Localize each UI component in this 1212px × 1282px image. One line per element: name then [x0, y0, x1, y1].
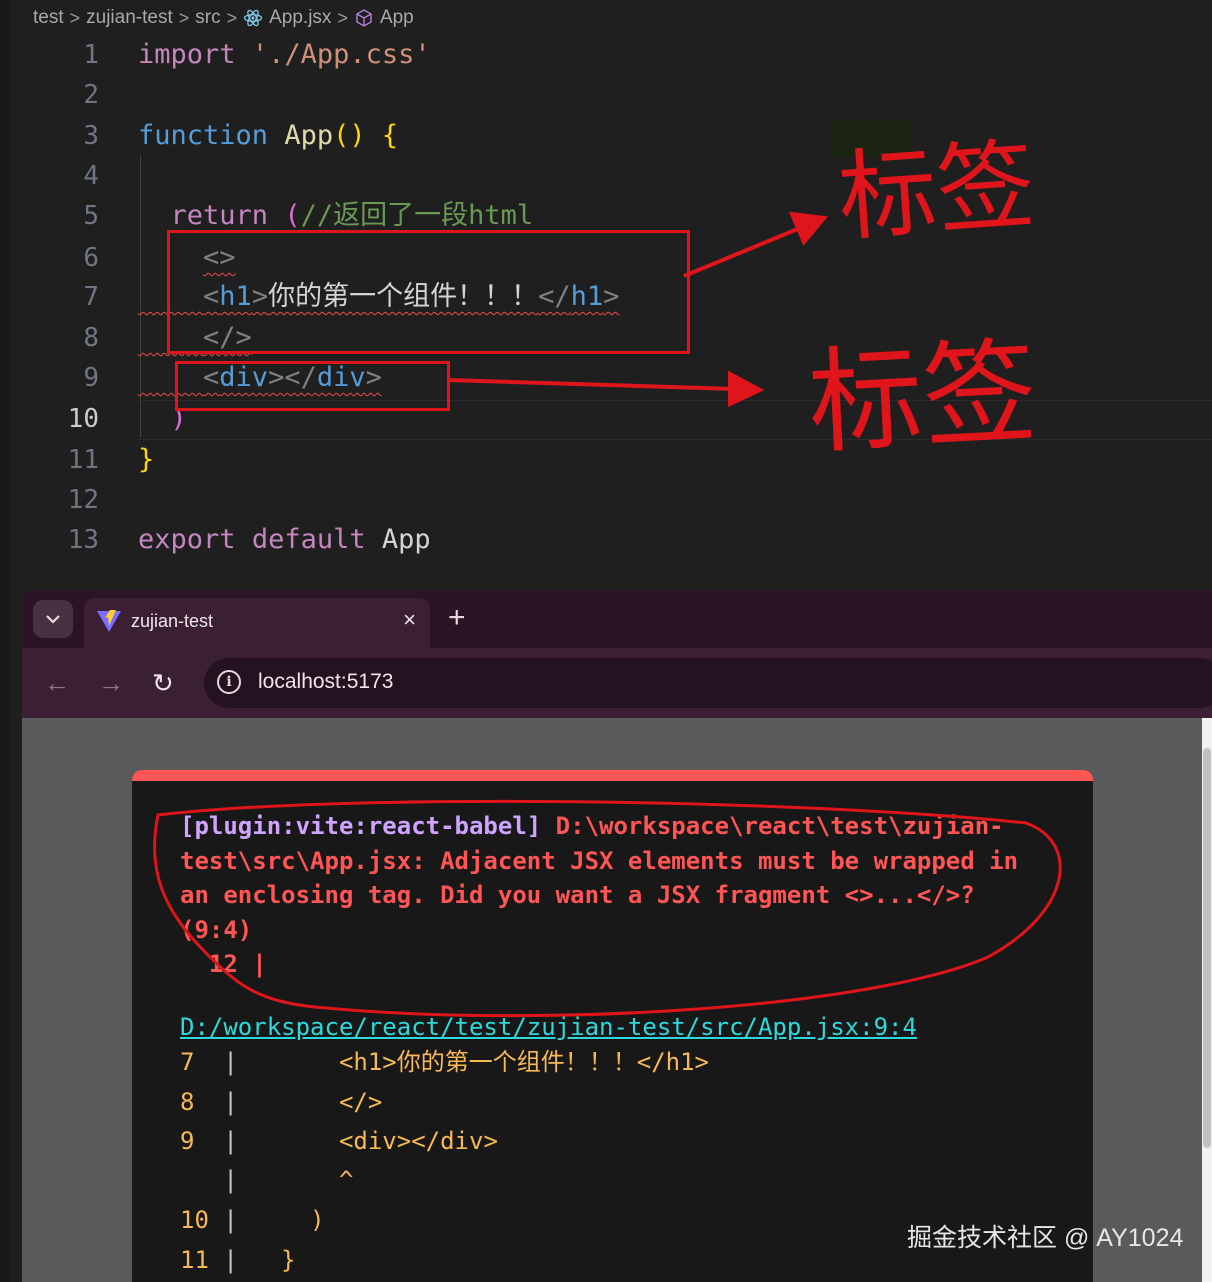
frame-gutter: | — [223, 1206, 238, 1234]
frame-line-number: 11 — [180, 1246, 209, 1274]
vite-error-overlay: [plugin:vite:react-babel] D:\workspace\r… — [132, 770, 1093, 1282]
forward-arrow-icon[interactable]: → — [98, 666, 124, 700]
address-bar[interactable]: i localhost:5173 — [204, 658, 1212, 708]
code-editor[interactable]: test > zujian-test > src > App.jsx > App… — [0, 0, 1212, 1282]
frame-line-number: 8 — [180, 1088, 195, 1116]
frame-source: </> — [252, 1088, 383, 1116]
code-frame-line: 9 | <div></div> — [180, 1122, 498, 1160]
annotation-label-top: 标签 — [834, 128, 1039, 256]
tab-title: zujian-test — [131, 611, 214, 631]
frame-source: } — [252, 1246, 296, 1274]
frame-gutter: | — [223, 1246, 238, 1274]
chevron-down-icon — [45, 609, 61, 630]
browser-toolbar: ← → ↻ i localhost:5173 — [22, 648, 1212, 718]
reload-icon[interactable]: ↻ — [152, 666, 174, 700]
browser-window: zujian-test × + ← → ↻ i localhost:5173 [… — [22, 590, 1212, 1282]
annotation-label-bottom: 标签 — [805, 325, 1040, 470]
url-text[interactable]: localhost:5173 — [258, 670, 393, 694]
frame-gutter: | — [223, 1088, 238, 1116]
scrollbar[interactable] — [1202, 718, 1212, 1282]
frame-gutter: | — [223, 1166, 238, 1194]
code-frame-line: 8 | </> — [180, 1083, 382, 1121]
error-file-link[interactable]: D:/workspace/react/test/zujian-test/src/… — [180, 1013, 917, 1041]
frame-source: <div></div> — [252, 1127, 498, 1155]
page-viewport: [plugin:vite:react-babel] D:\workspace\r… — [22, 718, 1212, 1282]
frame-line-number: 9 — [180, 1127, 195, 1155]
scrollbar-thumb[interactable] — [1203, 748, 1211, 1148]
annotation-arrows — [447, 211, 828, 408]
code-frame-line: 11 | } — [180, 1241, 296, 1279]
code-frame-line: 10 | ) — [180, 1201, 325, 1239]
frame-source: ^ — [252, 1166, 354, 1194]
frame-source: <h1>你的第一个组件！！！</h1> — [252, 1048, 710, 1076]
tab-strip: zujian-test × + — [22, 590, 1212, 648]
watermark: 掘金技术社区 @ AY1024 — [907, 1224, 1184, 1252]
code-frame-line: 7 | <h1>你的第一个组件！！！</h1> — [180, 1043, 709, 1081]
tab-zujian-test[interactable]: zujian-test × — [84, 598, 430, 648]
code-frame-line: | ^ — [180, 1161, 353, 1199]
back-arrow-icon[interactable]: ← — [44, 666, 70, 700]
site-info-icon[interactable]: i — [217, 670, 241, 694]
annotation-circle — [153, 799, 1062, 1018]
frame-source: ) — [252, 1206, 325, 1234]
vite-logo-icon — [96, 608, 122, 639]
close-tab-icon[interactable]: × — [403, 607, 416, 633]
frame-gutter: | — [223, 1048, 238, 1076]
new-tab-button[interactable]: + — [448, 600, 466, 636]
tab-search-button[interactable] — [33, 600, 73, 638]
frame-line-number: 10 — [180, 1206, 209, 1234]
frame-gutter: | — [223, 1127, 238, 1155]
frame-line-number: 7 — [180, 1048, 195, 1076]
